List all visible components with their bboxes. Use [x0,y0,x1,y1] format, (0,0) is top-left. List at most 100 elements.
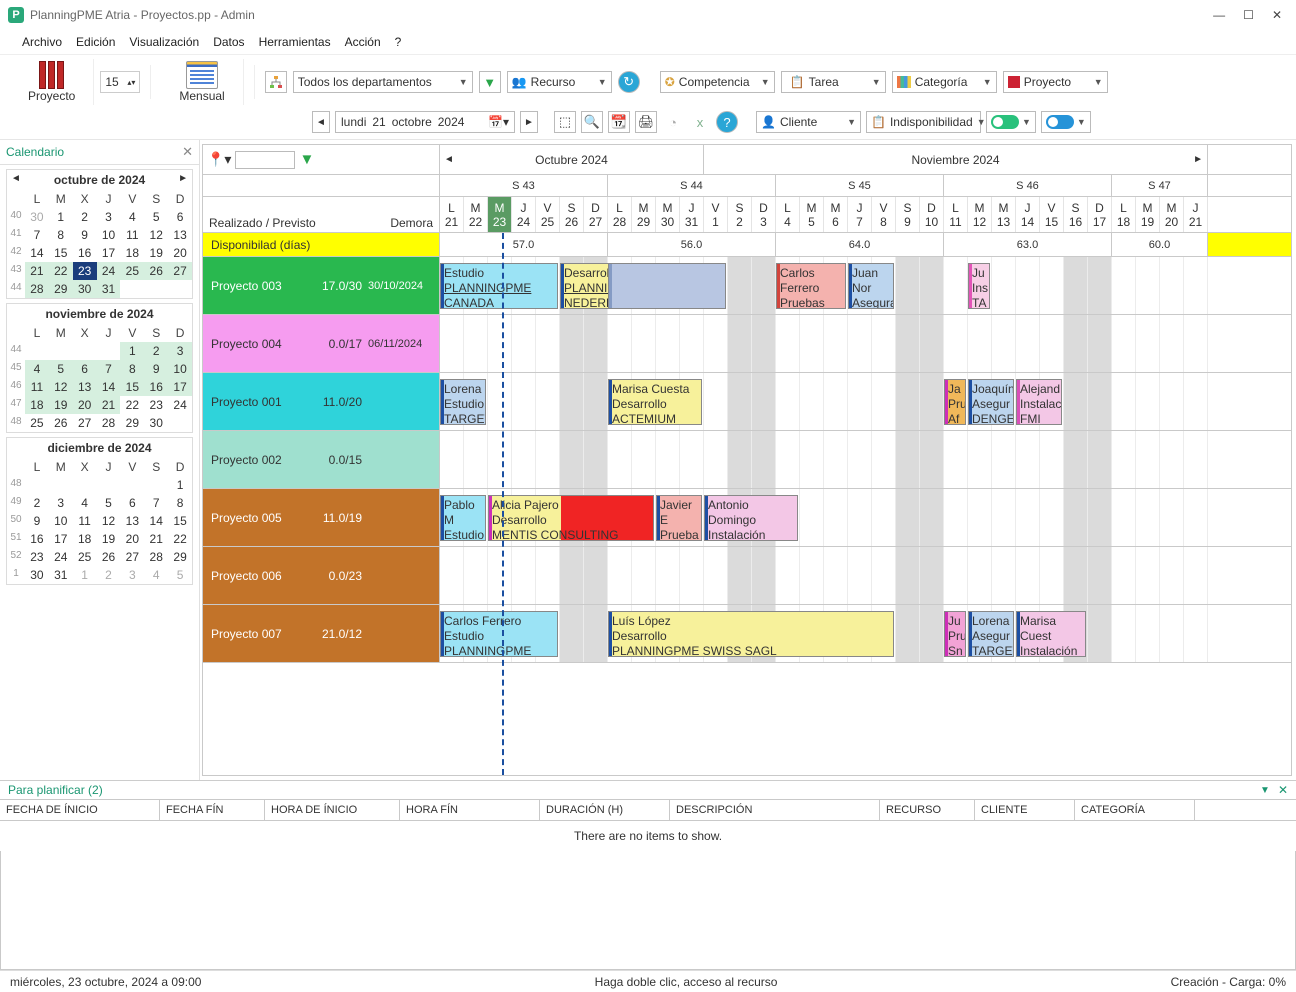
minical-day[interactable]: 9 [25,512,49,530]
minical-day[interactable]: 2 [73,208,97,226]
piechart-icon[interactable]: ◔ [662,111,684,133]
project-row[interactable]: Proyecto 00511.0/19Pablo MEstudioJET INF… [203,489,1291,547]
minical-day[interactable]: 12 [144,226,168,244]
plan-col-header[interactable]: DESCRIPCIÓN [670,800,880,820]
minical-day[interactable]: 19 [49,396,73,414]
filter-icon[interactable]: ▼ [479,71,501,93]
minical-day[interactable]: 8 [168,494,192,512]
day-header[interactable]: M19 [1136,197,1160,232]
project-row[interactable]: Proyecto 0060.0/23 [203,547,1291,605]
print-icon[interactable]: 🖨 [635,111,657,133]
minical-day[interactable]: 3 [168,342,192,360]
minical-day[interactable]: 11 [25,378,49,396]
minical-day[interactable]: 17 [168,378,192,396]
close-icon[interactable]: ✕ [1272,8,1282,22]
date-picker[interactable]: lundi 21 octobre 2024 📅▾ [335,111,515,133]
dimension-combo[interactable]: 👥 Recurso▼ [507,71,612,93]
minical-day[interactable]: 19 [144,244,168,262]
minical-day[interactable]: 9 [144,360,168,378]
task-bar[interactable]: Luís LópezDesarrolloPLANNINGPME SWISS SA… [608,611,894,657]
maximize-icon[interactable]: ☐ [1243,8,1254,22]
sidebar-close-icon[interactable]: ✕ [182,144,193,160]
day-header[interactable]: M20 [1160,197,1184,232]
minical-day[interactable]: 10 [49,512,73,530]
minical-day[interactable]: 25 [25,414,49,432]
minical-day[interactable]: 18 [120,244,144,262]
minical-day[interactable]: 1 [49,208,73,226]
task-bar[interactable]: LorenaAsegurTARGET [968,611,1014,657]
minical-day[interactable]: 23 [73,262,97,280]
minical-day[interactable] [49,342,73,360]
size-stepper[interactable]: 15 ▴▾ [100,71,140,93]
plan-col-header[interactable]: CATEGORÍA [1075,800,1195,820]
competencia-combo[interactable]: ✪ Competencia▼ [660,71,775,93]
minical-day[interactable]: 15 [49,244,73,262]
tarea-combo[interactable]: 📋 Tarea▼ [781,71,886,93]
minical-day[interactable]: 31 [97,280,121,298]
proyecto-combo[interactable]: Proyecto▼ [1003,71,1108,93]
minical-day[interactable]: 15 [120,378,144,396]
minical-day[interactable]: 30 [73,280,97,298]
task-bar[interactable]: Marisa CuestaDesarrolloACTEMIUM LILLE I [608,379,702,425]
minical-header[interactable]: diciembre de 2024 [7,438,192,458]
minical-day[interactable]: 17 [97,244,121,262]
task-bar[interactable]: JoaquínAsegurDENGEL [968,379,1014,425]
minical-day[interactable] [144,280,168,298]
minical-day[interactable]: 13 [168,226,192,244]
project-label[interactable]: Proyecto 0040.0/1706/11/2024 [203,315,440,372]
project-row[interactable]: Proyecto 00317.0/3030/10/2024EstudioPLAN… [203,257,1291,315]
task-bar[interactable]: Carlos FerreroEstudioPLANNINGPME NEDERLA [440,611,558,657]
department-combo[interactable]: Todos los departamentos▼ [293,71,473,93]
project-row[interactable]: Proyecto 0040.0/1706/11/2024 [203,315,1291,373]
minical-day[interactable]: 14 [97,378,121,396]
indisponibilidad-combo[interactable]: 📋 Indisponibilidad▼ [866,111,981,133]
minical-day[interactable] [168,280,192,298]
minical-day[interactable]: 13 [120,512,144,530]
day-header[interactable]: J21 [1184,197,1208,232]
plan-col-header[interactable]: FECHA DE ÍNICIO [0,800,160,820]
minical-day[interactable]: 10 [97,226,121,244]
menu-?[interactable]: ? [395,35,402,49]
minical-day[interactable]: 13 [73,378,97,396]
minical-day[interactable]: 14 [144,512,168,530]
minical-day[interactable]: 27 [168,262,192,280]
minical-day[interactable]: 19 [97,530,121,548]
task-bar[interactable]: JuPruSn [944,611,966,657]
task-bar[interactable]: Marisa CuestInstalaciónACTEMIUM LI [1016,611,1086,657]
minical-day[interactable]: 21 [144,530,168,548]
mensual-button[interactable]: Mensual [161,59,243,105]
toggle-1[interactable]: ▼ [986,111,1036,133]
minical-day[interactable]: 5 [97,494,121,512]
menu-herramientas[interactable]: Herramientas [259,35,331,49]
pin-icon[interactable]: 📍▾ [207,151,231,168]
menu-acción[interactable]: Acción [345,35,381,49]
next-button[interactable]: ► [520,111,538,133]
minical-day[interactable]: 7 [144,494,168,512]
plan-col-header[interactable]: HORA DE ÍNICIO [265,800,400,820]
minical-header[interactable]: noviembre de 2024 [7,304,192,324]
minical-day[interactable]: 30 [25,566,49,584]
project-row[interactable]: Proyecto 00721.0/12Carlos FerreroEstudio… [203,605,1291,663]
minical-day[interactable] [168,414,192,432]
minical-day[interactable]: 30 [25,208,49,226]
minical-day[interactable] [97,476,121,494]
day-header[interactable]: D3 [752,197,776,232]
minical-day[interactable]: 5 [49,360,73,378]
minical-day[interactable] [73,342,97,360]
zoom-icon[interactable]: 🔍 [581,111,603,133]
proyecto-button[interactable]: Proyecto [10,59,94,105]
refresh-icon[interactable]: ↻ [618,71,640,93]
minical-day[interactable]: 9 [73,226,97,244]
minical-day[interactable]: 12 [49,378,73,396]
day-header[interactable]: M22 [464,197,488,232]
minical-day[interactable]: 8 [120,360,144,378]
minical-day[interactable] [144,476,168,494]
minical-day[interactable]: 7 [97,360,121,378]
project-label[interactable]: Proyecto 00511.0/19 [203,489,440,546]
day-header[interactable]: M13 [992,197,1016,232]
minical-day[interactable] [73,476,97,494]
day-header[interactable]: L21 [440,197,464,232]
minical-day[interactable]: 3 [49,494,73,512]
minical-day[interactable]: 2 [97,566,121,584]
plan-col-header[interactable]: HORA FÍN [400,800,540,820]
